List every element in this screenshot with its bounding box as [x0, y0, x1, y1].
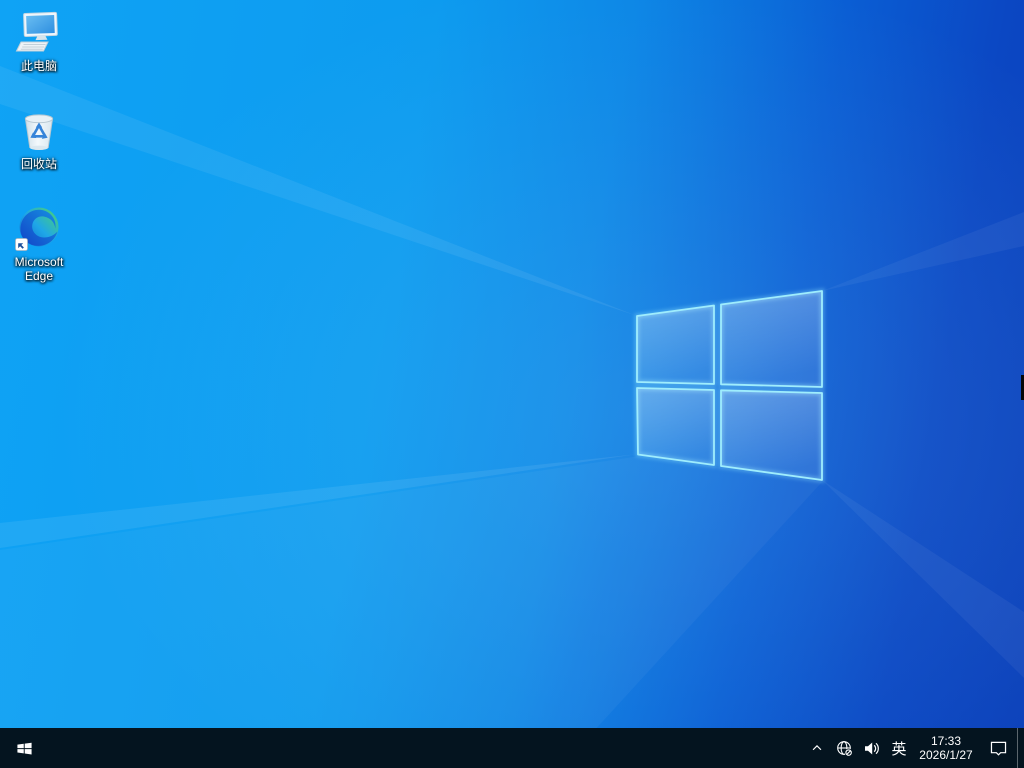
- desktop-wallpaper: 此电脑 回收站 Microsoft Edge: [0, 0, 1024, 768]
- input-language-indicator[interactable]: 英: [885, 728, 913, 768]
- show-hidden-icons-button[interactable]: [804, 728, 830, 768]
- system-tray: 英 17:33 2026/1/27: [804, 728, 1024, 768]
- start-button[interactable]: [0, 728, 48, 768]
- show-desktop-button[interactable]: [1017, 728, 1024, 768]
- speaker-icon: [865, 742, 879, 754]
- volume-button[interactable]: [858, 728, 885, 768]
- recycle-bin-icon: [15, 106, 63, 154]
- globe-no-internet-icon: [836, 740, 853, 757]
- light-rays: [0, 66, 1024, 768]
- icon-label-microsoft-edge: Microsoft Edge: [14, 255, 64, 283]
- network-status-button[interactable]: [830, 728, 858, 768]
- desktop-icon-this-pc[interactable]: 此电脑: [1, 8, 77, 73]
- notification-bubble-icon: [990, 741, 1006, 756]
- computer-monitor-icon: [15, 8, 63, 56]
- shortcut-arrow-icon: [15, 238, 28, 251]
- taskbar: 英 17:33 2026/1/27: [0, 728, 1024, 768]
- edge-swirl-icon: [15, 204, 63, 252]
- action-center-button[interactable]: [979, 728, 1017, 768]
- clock[interactable]: 17:33 2026/1/27: [913, 728, 979, 768]
- windows-flag-logo-icon: [634, 288, 825, 483]
- desktop-icon-microsoft-edge[interactable]: Microsoft Edge: [1, 204, 77, 283]
- language-label: 英: [891, 740, 907, 758]
- icon-label-recycle-bin: 回收站: [20, 157, 57, 171]
- windows-logo-icon: [16, 742, 32, 754]
- desktop-icon-recycle-bin[interactable]: 回收站: [1, 106, 77, 171]
- taskbar-empty-area: [48, 728, 804, 768]
- clock-time: 17:33: [930, 734, 962, 748]
- clock-date: 2026/1/27: [919, 748, 973, 762]
- chevron-up-icon: [812, 744, 822, 751]
- wallpaper-light-rays-and-logo: [0, 66, 1024, 768]
- icon-label-this-pc: 此电脑: [20, 59, 57, 73]
